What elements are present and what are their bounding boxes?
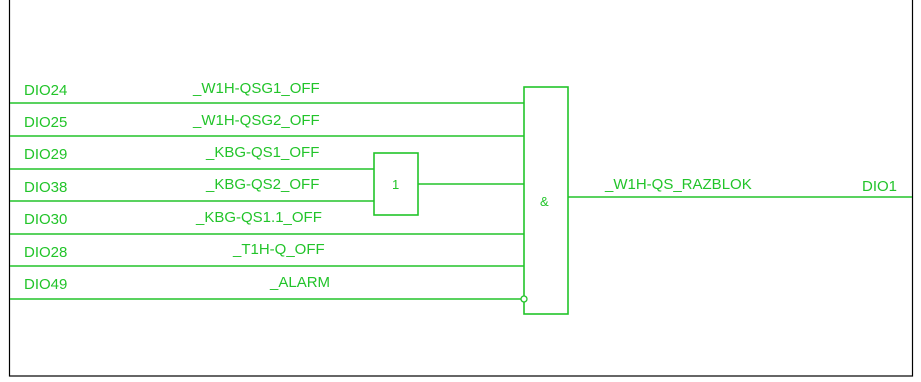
input-row-2: DIO25 _W1H-QSG2_OFF xyxy=(10,112,524,137)
and-gate-symbol: & xyxy=(540,194,549,209)
input-port-label: DIO28 xyxy=(24,244,67,261)
input-signal-label: _W1H-QSG2_OFF xyxy=(192,112,320,129)
inverted-input-marker xyxy=(520,295,528,303)
input-port-label: DIO30 xyxy=(24,211,67,228)
input-signal-label: _W1H-QSG1_OFF xyxy=(192,80,320,97)
input-port-label: DIO29 xyxy=(24,146,67,163)
logic-diagram: DIO24 _W1H-QSG1_OFF DIO25 _W1H-QSG2_OFF … xyxy=(8,0,914,377)
output-row: _W1H-QS_RAZBLOK DIO1 xyxy=(568,176,912,198)
input-signal-label: _T1H-Q_OFF xyxy=(232,241,325,258)
input-row-5: DIO30 _KBG-QS1.1_OFF xyxy=(10,209,524,235)
or-gate-symbol: 1 xyxy=(392,177,399,192)
input-port-label: DIO49 xyxy=(24,276,67,293)
input-signal-label: _KBG-QS1_OFF xyxy=(205,144,319,161)
and-gate: & xyxy=(520,86,569,315)
input-row-4: DIO38 _KBG-QS2_OFF xyxy=(10,176,374,202)
input-row-3: DIO29 _KBG-QS1_OFF xyxy=(10,144,374,170)
or-gate: 1 xyxy=(373,152,524,216)
input-port-label: DIO38 xyxy=(24,179,67,196)
input-signal-label: _KBG-QS2_OFF xyxy=(205,176,319,193)
input-row-7: DIO49 _ALARM xyxy=(10,274,521,300)
input-row-6: DIO28 _T1H-Q_OFF xyxy=(10,241,524,267)
output-signal-label: _W1H-QS_RAZBLOK xyxy=(604,176,752,193)
output-port-label: DIO1 xyxy=(862,178,897,195)
diagram-frame xyxy=(8,0,914,377)
input-port-label: DIO24 xyxy=(24,82,67,99)
input-signal-label: _ALARM xyxy=(269,274,330,291)
input-row-1: DIO24 _W1H-QSG1_OFF xyxy=(10,80,524,104)
input-signal-label: _KBG-QS1.1_OFF xyxy=(195,209,322,226)
input-port-label: DIO25 xyxy=(24,114,67,131)
